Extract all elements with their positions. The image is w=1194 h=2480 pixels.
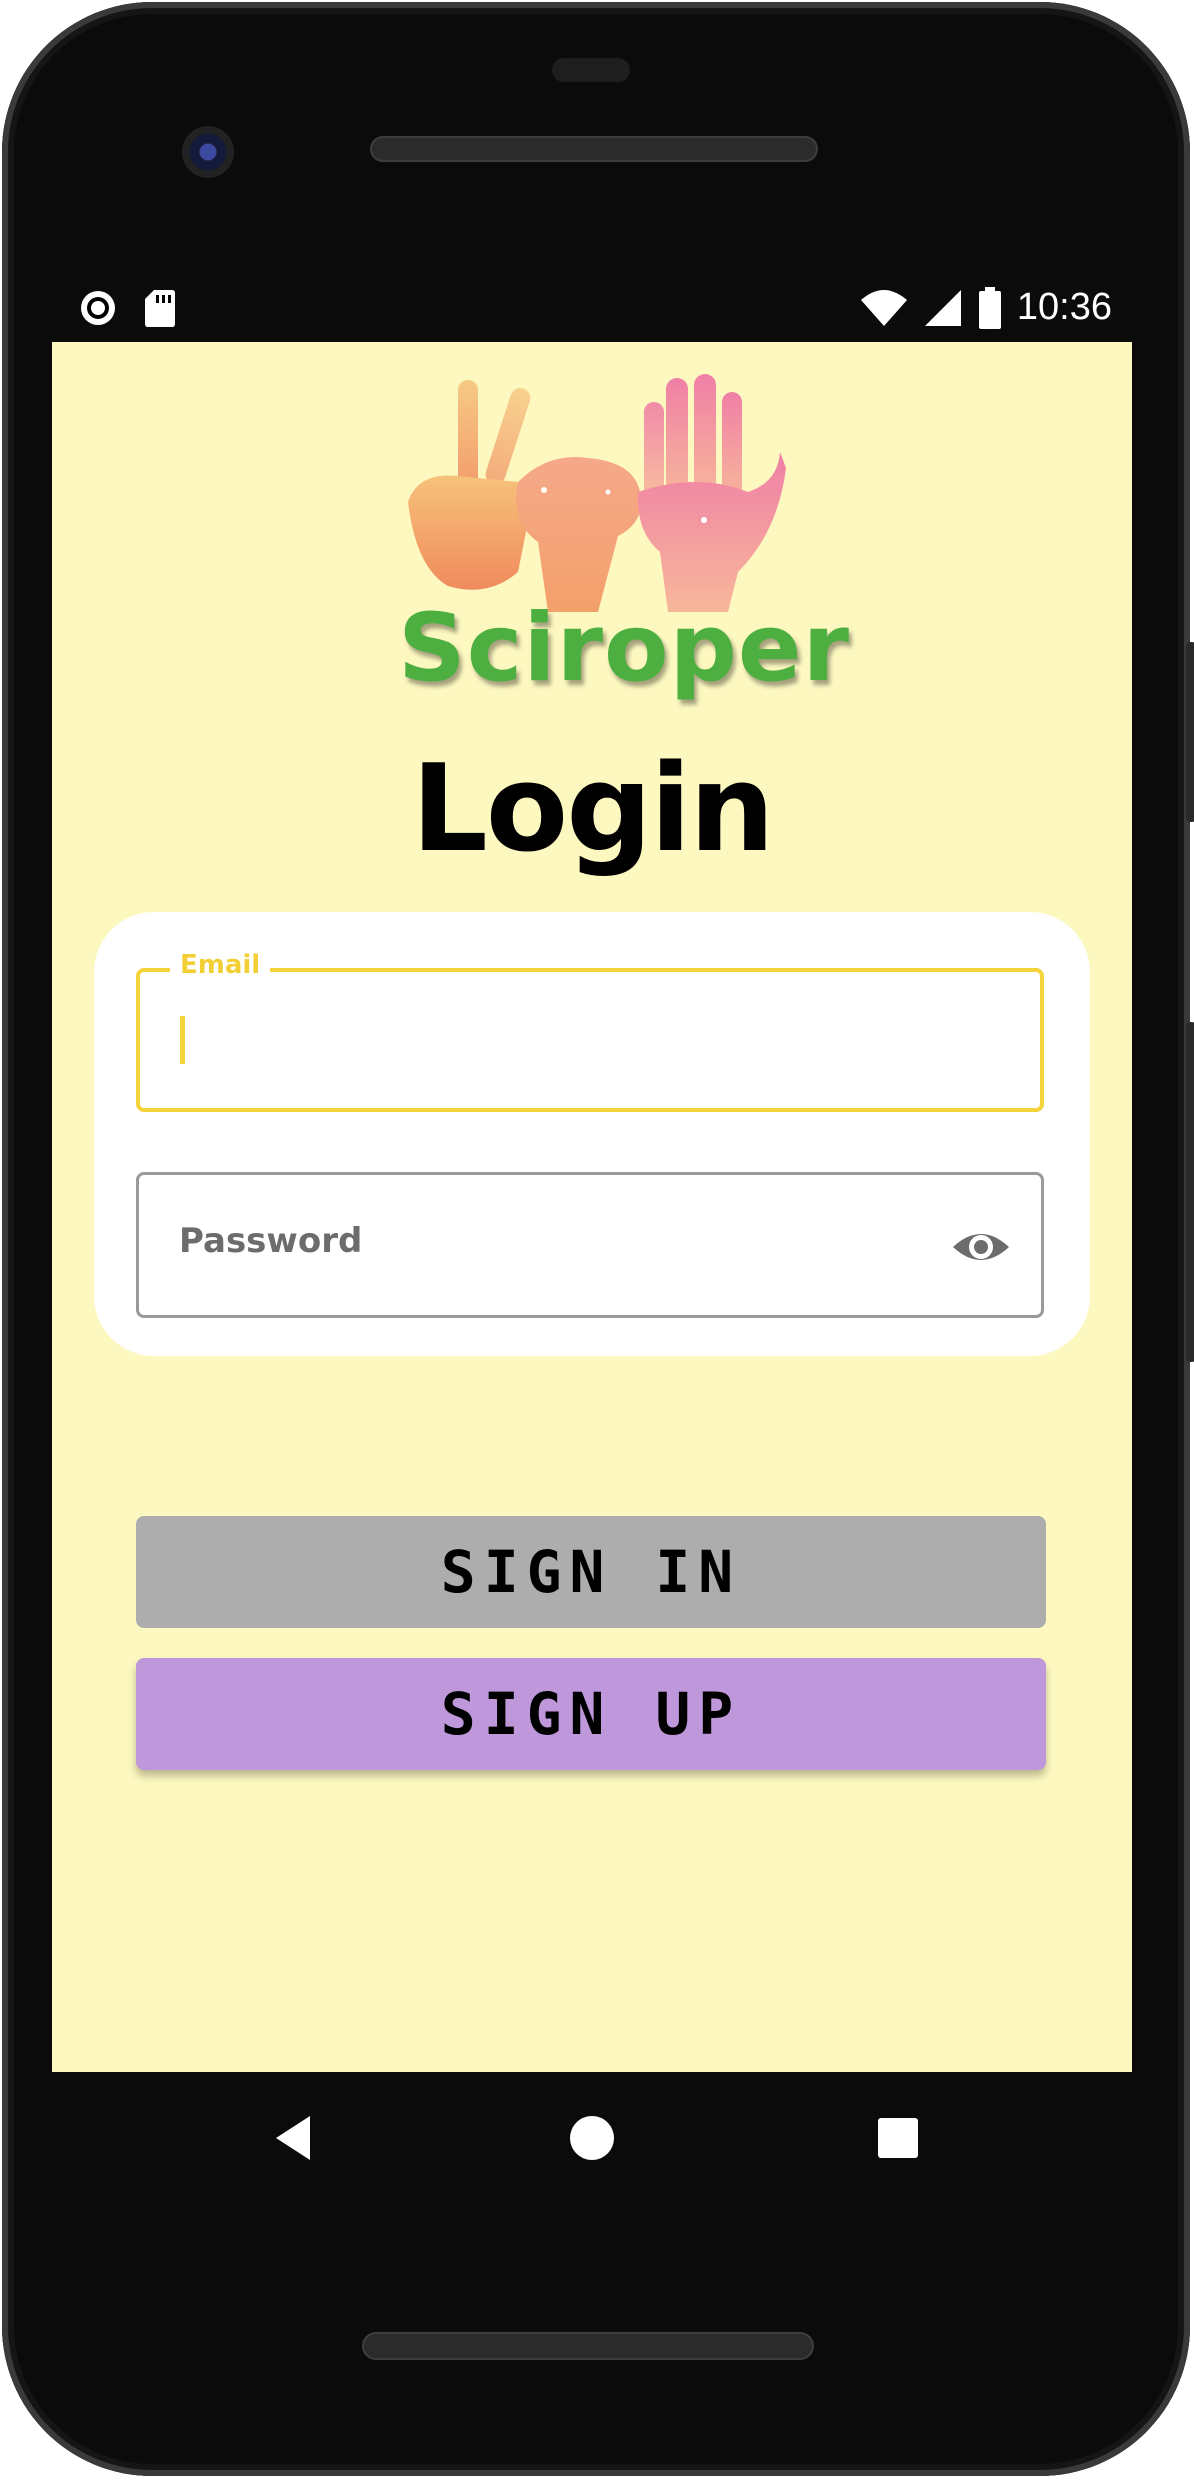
password-field[interactable]: Password	[136, 1172, 1044, 1318]
hands-illustration	[408, 374, 786, 612]
email-label: Email	[170, 950, 271, 980]
email-field[interactable]: Email	[136, 950, 1044, 1112]
status-time: 10:36	[1016, 286, 1112, 328]
home-icon[interactable]	[564, 2110, 620, 2166]
record-icon	[81, 291, 115, 325]
earpiece-speaker	[370, 136, 818, 162]
text-cursor	[180, 1016, 185, 1064]
recents-icon[interactable]	[870, 2110, 926, 2166]
bottom-speaker	[362, 2332, 814, 2360]
eye-icon[interactable]	[951, 1217, 1011, 1277]
volume-rocker	[1186, 1022, 1194, 1362]
front-camera-icon	[182, 126, 234, 178]
top-slot	[552, 58, 630, 82]
battery-icon	[978, 286, 1001, 329]
wifi-icon	[860, 289, 907, 326]
sd-card-icon	[145, 290, 175, 327]
password-placeholder: Password	[179, 1221, 363, 1261]
page-title: Login	[411, 740, 774, 879]
sign-up-button[interactable]: SIGN UP	[136, 1658, 1046, 1770]
cell-signal-icon	[924, 289, 961, 326]
sign-in-button[interactable]: SIGN IN	[136, 1516, 1046, 1628]
back-icon[interactable]	[270, 2110, 326, 2166]
status-bar: 10:36	[52, 280, 1132, 342]
power-button	[1186, 642, 1194, 822]
brand-name: Sciroper	[398, 594, 850, 703]
login-form-card: Email Password	[94, 912, 1090, 1356]
navigation-bar	[52, 2072, 1132, 2202]
login-screen: Sciroper Login Email Password SIGN IN SI…	[52, 342, 1132, 2072]
app-logo: Sciroper	[398, 372, 850, 732]
